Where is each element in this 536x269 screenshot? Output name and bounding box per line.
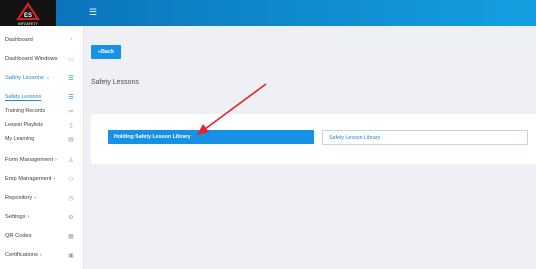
page-title: Safety Lessons — [91, 79, 139, 86]
chevron-right-icon: › — [39, 252, 42, 258]
book-icon: ▤ — [68, 136, 74, 143]
sidebar-item-label: My Learning — [5, 136, 35, 142]
list-icon: ☰ — [68, 75, 74, 82]
hamburger-icon[interactable]: ☰ — [89, 7, 97, 17]
user-icon: ♙ — [68, 157, 74, 164]
sidebar-item-dashboard-windows[interactable]: Dashboard Windows ▭ — [0, 50, 84, 68]
sidebar-item-label: Settings — [5, 214, 26, 220]
qr-icon: ▦ — [68, 233, 74, 240]
sidebar-item-form-management[interactable]: Form Management › ♙ — [0, 151, 84, 169]
sidebar-subitem-my-learning[interactable]: My Learning ▤ — [0, 132, 84, 146]
window-icon: ▭ — [68, 56, 74, 63]
sidebar-item-label: Form Management — [5, 157, 54, 163]
chevron-down-icon: ⌄ — [45, 75, 51, 81]
sidebar-item-repository[interactable]: Repository › ◷ — [0, 189, 84, 207]
chevron-right-icon: › — [55, 157, 57, 163]
clock-icon: ◷ — [68, 195, 74, 202]
records-icon: ≔ — [68, 108, 74, 115]
sidebar-item-qr-codes[interactable]: QR Codes ▦ — [0, 227, 84, 245]
sidebar-item-label: Repository — [5, 195, 33, 201]
certificate-icon: ▣ — [68, 252, 74, 259]
sidebar-item-label: Safety Lessons — [5, 75, 44, 81]
sidebar-item-label: QR Codes — [5, 233, 32, 239]
back-button[interactable]: « Back — [91, 45, 121, 59]
sidebar-item-safety-lessons[interactable]: Safety Lessons ⌄ ☰ — [0, 69, 84, 87]
sidebar-item-label: Safety Lessons — [5, 93, 42, 101]
sidebar-item-certifications[interactable]: Certifications › ▣ — [0, 246, 84, 264]
holding-safety-lesson-library-button[interactable]: Holding Safety Lesson Library — [108, 130, 314, 144]
group-icon: ⚇ — [68, 176, 74, 183]
sidebar-subitem-lesson-playlists[interactable]: Lesson Playlists ▯ — [0, 118, 84, 132]
sidebar-subitem-training-records[interactable]: Training Records ≔ — [0, 104, 84, 118]
company-logo[interactable]: ES INFOAFETY — [0, 0, 56, 26]
gear-icon: ⚙ — [68, 214, 74, 221]
list-icon: ☰ — [68, 94, 74, 101]
sidebar: Dashboard ◔ Dashboard Windows ▭ Safety L… — [0, 26, 84, 269]
safety-lesson-library-button[interactable]: Safety Lesson Library — [322, 130, 528, 145]
chevron-right-icon: › — [53, 176, 56, 182]
gauge-icon: ◔ — [69, 37, 73, 43]
sidebar-item-label: Dashboard — [5, 37, 33, 43]
sidebar-item-emp-management[interactable]: Emp Management › ⚇ — [0, 170, 84, 188]
sidebar-item-label: Lesson Playlists — [5, 122, 43, 128]
chevron-right-icon: › — [27, 214, 30, 220]
sidebar-item-settings[interactable]: Settings › ⚙ — [0, 208, 84, 226]
top-bar: ES INFOAFETY ☰ — [0, 0, 536, 26]
sidebar-item-label: Certifications — [5, 252, 38, 258]
back-button-label: Back — [100, 49, 115, 55]
sidebar-subitem-safety-lessons[interactable]: Safety Lessons ☰ — [0, 90, 84, 104]
sidebar-item-label: Emp Management — [5, 176, 52, 182]
sidebar-item-label: Dashboard Windows — [5, 56, 58, 62]
chevron-right-icon: › — [34, 195, 36, 201]
sidebar-item-dashboard[interactable]: Dashboard ◔ — [0, 31, 84, 49]
playlist-icon: ▯ — [69, 122, 73, 129]
svg-text:ES: ES — [24, 13, 32, 19]
sidebar-item-label: Training Records — [5, 108, 46, 114]
